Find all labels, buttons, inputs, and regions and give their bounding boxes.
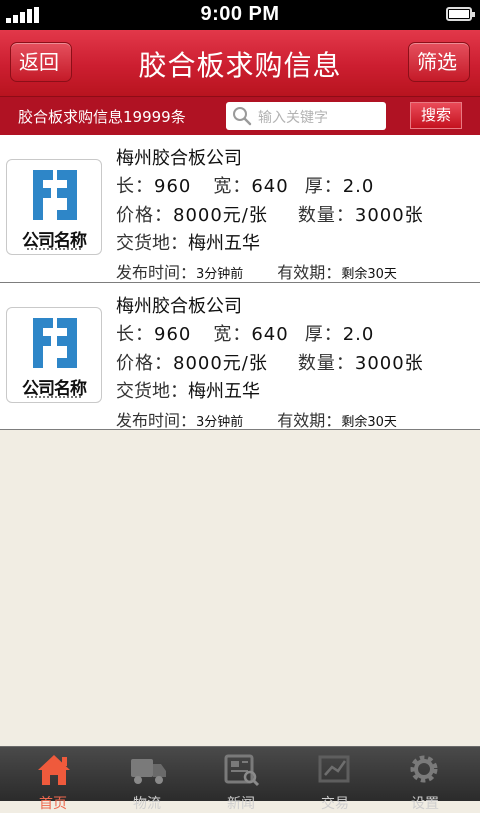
search-icon [233, 107, 252, 126]
home-icon [38, 755, 70, 785]
listing-list: 公司名称 梅州胶合板公司 长：960 宽：640 厚：2.0 价格：8000元/张数… [0, 135, 480, 430]
status-bar: 9:00 PM [0, 0, 480, 30]
published-value: 3分钟前 [196, 415, 244, 430]
search-bar: 胶合板求购信息19999条 输入关键字 搜索 [0, 97, 480, 135]
tab-trade[interactable]: 交易 [287, 747, 383, 812]
tab-label: 设置 [411, 796, 439, 812]
validity-value: 剩余30天 [341, 267, 397, 282]
dimensions: 长：960 宽：640 厚：2.0 [116, 176, 375, 197]
company-logo: 公司名称 [6, 159, 102, 255]
length-value: 960 [154, 324, 192, 345]
thickness-value: 2.0 [342, 324, 375, 345]
logo-mark-icon [33, 318, 77, 368]
quantity-value: 3000张 [354, 353, 424, 374]
search-button[interactable]: 搜索 [410, 102, 462, 129]
delivery-place: 交货地：梅州五华 [116, 233, 260, 254]
tab-label: 首页 [39, 796, 67, 812]
list-item[interactable]: 公司名称 梅州胶合板公司 长：960 宽：640 厚：2.0 价格：8000元/张数… [0, 283, 480, 430]
gear-icon [410, 755, 438, 783]
tab-label: 新闻 [227, 796, 255, 812]
company-logo: 公司名称 [6, 307, 102, 403]
result-count: 胶合板求购信息19999条 [18, 108, 186, 126]
delivery-place: 交货地：梅州五华 [116, 381, 260, 402]
price-quantity: 价格：8000元/张 数量：3000张 [116, 205, 424, 226]
dimensions: 长：960 宽：640 厚：2.0 [116, 324, 375, 345]
company-name: 梅州胶合板公司 [116, 296, 242, 317]
length-value: 960 [154, 176, 192, 197]
tab-home[interactable]: 首页 [5, 747, 101, 812]
tab-bar: 首页 物流 新闻 交易 设置 [0, 746, 480, 812]
search-input[interactable]: 输入关键字 [226, 102, 386, 130]
list-item[interactable]: 公司名称 梅州胶合板公司 长：960 宽：640 厚：2.0 价格：8000元/张数… [0, 135, 480, 283]
logo-mark-icon [33, 170, 77, 220]
delivery-value: 梅州五华 [188, 233, 260, 254]
truck-icon [131, 759, 166, 784]
listing-meta: 发布时间：3分钟前 有效期：剩余30天 [116, 411, 397, 430]
price-quantity: 价格：8000元/张 数量：3000张 [116, 353, 424, 374]
tab-logistics[interactable]: 物流 [99, 747, 195, 812]
filter-button[interactable]: 筛选 [408, 42, 470, 82]
tab-news[interactable]: 新闻 [193, 747, 289, 812]
price-value: 8000元/张 [173, 353, 268, 374]
tab-label: 物流 [133, 796, 161, 812]
thickness-value: 2.0 [342, 176, 375, 197]
status-time: 9:00 PM [200, 3, 280, 25]
quantity-value: 3000张 [354, 205, 424, 226]
width-value: 640 [251, 324, 289, 345]
battery-icon [446, 7, 475, 21]
newspaper-icon [224, 754, 260, 787]
title-bar: 返回 胶合板求购信息 筛选 [0, 30, 480, 97]
search-placeholder: 输入关键字 [258, 110, 328, 126]
price-value: 8000元/张 [173, 205, 268, 226]
width-value: 640 [251, 176, 289, 197]
tab-label: 交易 [321, 796, 349, 812]
listing-meta: 发布时间：3分钟前 有效期：剩余30天 [116, 263, 397, 282]
company-name: 梅州胶合板公司 [116, 148, 242, 169]
validity-value: 剩余30天 [341, 415, 397, 430]
chart-icon [318, 755, 350, 783]
tab-settings[interactable]: 设置 [377, 747, 473, 812]
delivery-value: 梅州五华 [188, 381, 260, 402]
published-value: 3分钟前 [196, 267, 244, 282]
